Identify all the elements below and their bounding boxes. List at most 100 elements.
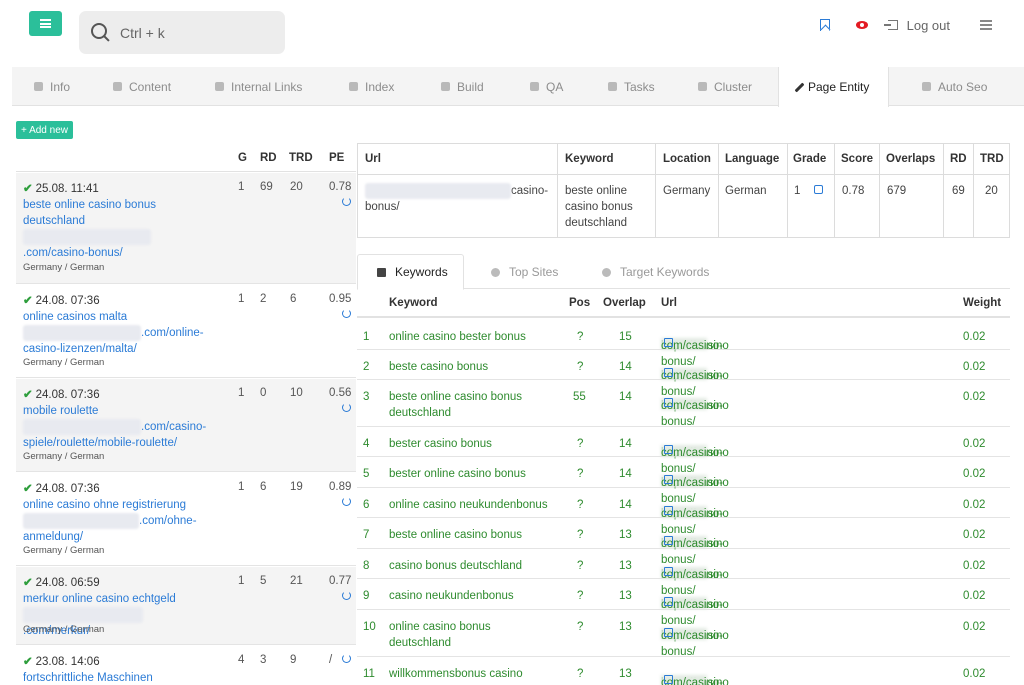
settings-list-icon[interactable] bbox=[980, 20, 992, 30]
tab-info[interactable]: Info bbox=[34, 67, 70, 106]
item-keyword-link[interactable]: beste online casino bonus deutschland bbox=[23, 199, 156, 227]
add-new-button[interactable]: + Add new bbox=[16, 121, 73, 139]
keyword-text: bester casino bonus bbox=[389, 438, 492, 450]
col-rd: RD bbox=[260, 152, 277, 164]
keyword-text: online casino neukundenbonus bbox=[389, 499, 548, 511]
menu-toggle-button[interactable] bbox=[29, 11, 62, 36]
edit-icon[interactable] bbox=[814, 185, 824, 194]
left-list-item[interactable]: ✔ 23.08. 14:06 fortschrittliche Maschinen… bbox=[16, 646, 356, 685]
external-link-icon[interactable] bbox=[664, 445, 673, 454]
refresh-icon[interactable] bbox=[342, 497, 351, 506]
col-trd: TRD bbox=[980, 153, 1004, 165]
cluster-icon bbox=[698, 82, 707, 91]
list-icon bbox=[377, 267, 386, 277]
search-input[interactable] bbox=[120, 24, 270, 41]
tab-index[interactable]: Index bbox=[349, 67, 394, 106]
check-icon: ✔ bbox=[23, 483, 33, 495]
tab-build[interactable]: Build bbox=[441, 67, 484, 106]
table-row: 8 casino bonus deutschland ? 13 https://… bbox=[357, 549, 1010, 597]
entity-trd: 20 bbox=[985, 185, 998, 197]
file-icon bbox=[113, 82, 122, 91]
entity-url: xcasino-bonus/ bbox=[365, 183, 549, 213]
item-location: Germany / German bbox=[23, 545, 105, 556]
tab-qa[interactable]: QA bbox=[530, 67, 563, 106]
list-icon bbox=[349, 82, 358, 91]
tab-auto-seo[interactable]: Auto Seo bbox=[922, 67, 987, 106]
eye-icon[interactable] bbox=[855, 21, 868, 29]
trophy-icon bbox=[491, 267, 500, 277]
col-grade: Grade bbox=[793, 153, 827, 165]
col-rd: RD bbox=[950, 153, 967, 165]
table-row: 7 beste online casino bonus ? 13 https:/… bbox=[357, 518, 1010, 566]
col-g: G bbox=[238, 152, 247, 164]
item-keyword-link[interactable]: online casinos malta bbox=[23, 311, 127, 323]
pencil-icon bbox=[794, 82, 805, 92]
table-row: 6 online casino neukundenbonus ? 14 http… bbox=[357, 488, 1010, 536]
item-keyword-link[interactable]: merkur online casino echtgeld bbox=[23, 593, 176, 605]
refresh-icon[interactable] bbox=[342, 591, 351, 600]
search-box[interactable] bbox=[79, 11, 285, 54]
col-overlaps: Overlaps bbox=[886, 153, 936, 165]
hammer-icon bbox=[441, 82, 450, 91]
keyword-text: online casino bester bonus bbox=[389, 331, 526, 343]
top-bar: Log out bbox=[0, 0, 1024, 66]
external-link-icon[interactable] bbox=[664, 398, 673, 407]
col-location: Location bbox=[663, 153, 711, 165]
target-icon bbox=[602, 267, 611, 277]
bookmark-icon[interactable] bbox=[819, 19, 830, 31]
tab-cluster[interactable]: Cluster bbox=[698, 67, 752, 106]
subtab-top-sites[interactable]: Top Sites bbox=[491, 254, 558, 290]
external-link-icon[interactable] bbox=[664, 536, 673, 545]
external-link-icon[interactable] bbox=[664, 675, 673, 684]
entity-keyword: beste online casino bonus deutschland bbox=[565, 185, 633, 229]
header-actions: Log out bbox=[819, 17, 992, 33]
external-link-icon[interactable] bbox=[664, 475, 673, 484]
refresh-icon[interactable] bbox=[342, 197, 351, 206]
external-link-icon[interactable] bbox=[664, 338, 673, 347]
left-list-item[interactable]: ✔24.08. 07:36 mobile roulettex.com/casin… bbox=[16, 379, 356, 472]
keyword-text: beste casino bonus bbox=[389, 361, 489, 373]
refresh-icon[interactable] bbox=[342, 654, 351, 663]
tab-content[interactable]: Content bbox=[113, 67, 171, 106]
entity-language: German bbox=[725, 185, 767, 197]
external-link-icon[interactable] bbox=[664, 628, 673, 637]
external-link-icon[interactable] bbox=[664, 506, 673, 515]
left-table-header: G RD TRD PE bbox=[16, 148, 356, 172]
logout-icon bbox=[883, 20, 898, 30]
item-url-link[interactable]: .com/casino-bonus/ bbox=[23, 247, 123, 259]
subtab-keywords[interactable]: Keywords bbox=[357, 254, 464, 290]
left-list-item[interactable]: ✔ 24.08. 07:36 online casino ohne registr… bbox=[16, 473, 356, 566]
keyword-text: bester online casino bonus bbox=[389, 468, 526, 480]
entity-overlaps: 679 bbox=[887, 185, 907, 197]
table-row: 1 online casino bester bonus ? 15 https:… bbox=[357, 320, 1010, 368]
external-link-icon[interactable] bbox=[664, 368, 673, 377]
tab-tasks[interactable]: Tasks bbox=[608, 67, 655, 106]
item-keyword-link[interactable]: online casino ohne registrierung bbox=[23, 499, 186, 511]
refresh-icon[interactable] bbox=[342, 309, 351, 318]
external-link-icon[interactable] bbox=[664, 567, 673, 576]
left-list-item[interactable]: ✔ 25.08. 11:41 beste online casino bonus … bbox=[16, 173, 356, 284]
left-list-item[interactable]: ✔24.08. 07:36 online casinos maltax.com/… bbox=[16, 285, 356, 378]
refresh-icon[interactable] bbox=[342, 403, 351, 412]
col-keyword: Keyword bbox=[565, 153, 614, 165]
keyword-text: beste online casino bonus deutschland bbox=[389, 391, 522, 419]
check-icon: ✔ bbox=[23, 295, 33, 307]
logout-button[interactable]: Log out bbox=[883, 18, 950, 33]
check-icon: ✔ bbox=[23, 389, 33, 401]
item-keyword-link[interactable]: fortschrittliche Maschinen bbox=[23, 672, 153, 684]
left-list-item[interactable]: ✔ 24.08. 06:59 merkur online casino echtg… bbox=[16, 567, 356, 645]
entity-table: Url Keyword Location Language Grade Scor… bbox=[357, 143, 1010, 238]
hamburger-icon bbox=[40, 19, 51, 28]
entity-location: Germany bbox=[663, 185, 711, 197]
external-link-icon[interactable] bbox=[664, 597, 673, 606]
tasks-icon bbox=[608, 82, 617, 91]
tab-page-entity[interactable]: Page Entity bbox=[778, 67, 890, 107]
entity-rd: 69 bbox=[952, 185, 965, 197]
table-row: 5 bester online casino bonus ? 14 https:… bbox=[357, 457, 1010, 505]
tab-internal-links[interactable]: Internal Links bbox=[215, 67, 302, 106]
item-keyword-link[interactable]: mobile roulette bbox=[23, 405, 98, 417]
subtab-target-keywords[interactable]: Target Keywords bbox=[602, 254, 709, 290]
auto-icon bbox=[922, 82, 931, 91]
search-icon bbox=[91, 23, 110, 42]
entity-score: 0.78 bbox=[842, 185, 865, 197]
